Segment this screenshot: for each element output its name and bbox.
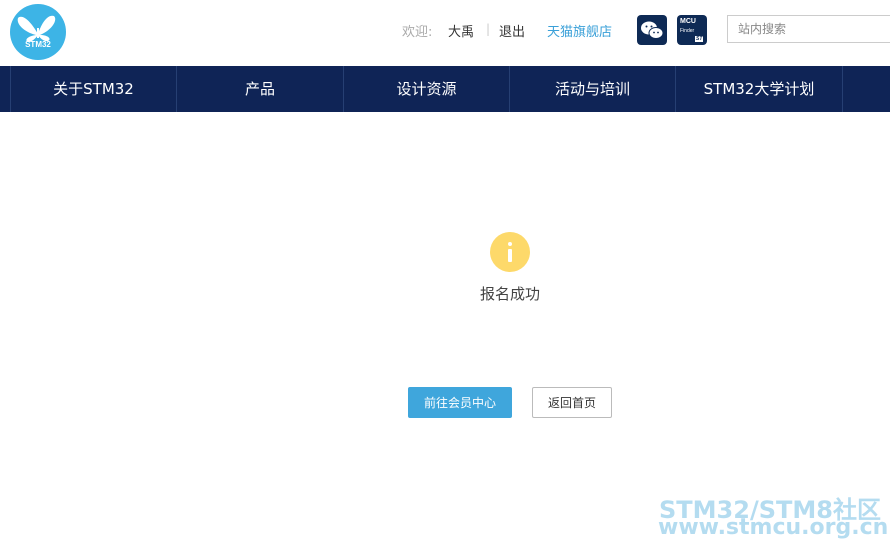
back-home-button[interactable]: 返回首页 — [532, 387, 612, 418]
info-icon — [490, 232, 530, 272]
info-bar — [508, 249, 512, 262]
st-brand-label: ST — [695, 36, 704, 42]
wechat-glyph — [641, 21, 664, 39]
welcome-label: 欢迎: — [402, 25, 433, 40]
nav-item-about-stm32[interactable]: 关于STM32 — [10, 66, 176, 112]
mcu-finder-icon[interactable]: MCU Finder ST — [677, 15, 707, 45]
info-dot — [508, 242, 512, 246]
username-link[interactable]: 大禹 — [448, 21, 474, 40]
wechat-icon[interactable] — [637, 15, 667, 45]
site-header: STM32 欢迎: 大禹 | 退出 天猫旗舰店 MCU Finder ST — [0, 0, 890, 66]
search-input[interactable] — [727, 15, 890, 43]
nav-item-design-resources[interactable]: 设计资源 — [343, 66, 509, 112]
main-nav: 关于STM32 产品 设计资源 活动与培训 STM32大学计划 — [0, 66, 890, 112]
nav-item-events-training[interactable]: 活动与培训 — [509, 66, 675, 112]
nav-item-products[interactable]: 产品 — [176, 66, 343, 112]
mcu-label: MCU — [680, 18, 696, 25]
logo-text: STM32 — [25, 40, 51, 49]
logout-link[interactable]: 退出 — [499, 21, 525, 40]
butterfly-icon — [17, 15, 56, 42]
nav-item-university-program[interactable]: STM32大学计划 — [675, 66, 843, 112]
finder-label: Finder — [680, 28, 695, 34]
watermark-url: www.stmcu.org.cn — [658, 515, 889, 540]
go-member-center-button[interactable]: 前往会员中心 — [408, 387, 512, 418]
tmall-store-link[interactable]: 天猫旗舰店 — [547, 21, 612, 40]
status-message: 报名成功 — [479, 285, 540, 303]
separator: | — [486, 22, 491, 36]
stm32-logo[interactable]: STM32 — [10, 4, 66, 60]
